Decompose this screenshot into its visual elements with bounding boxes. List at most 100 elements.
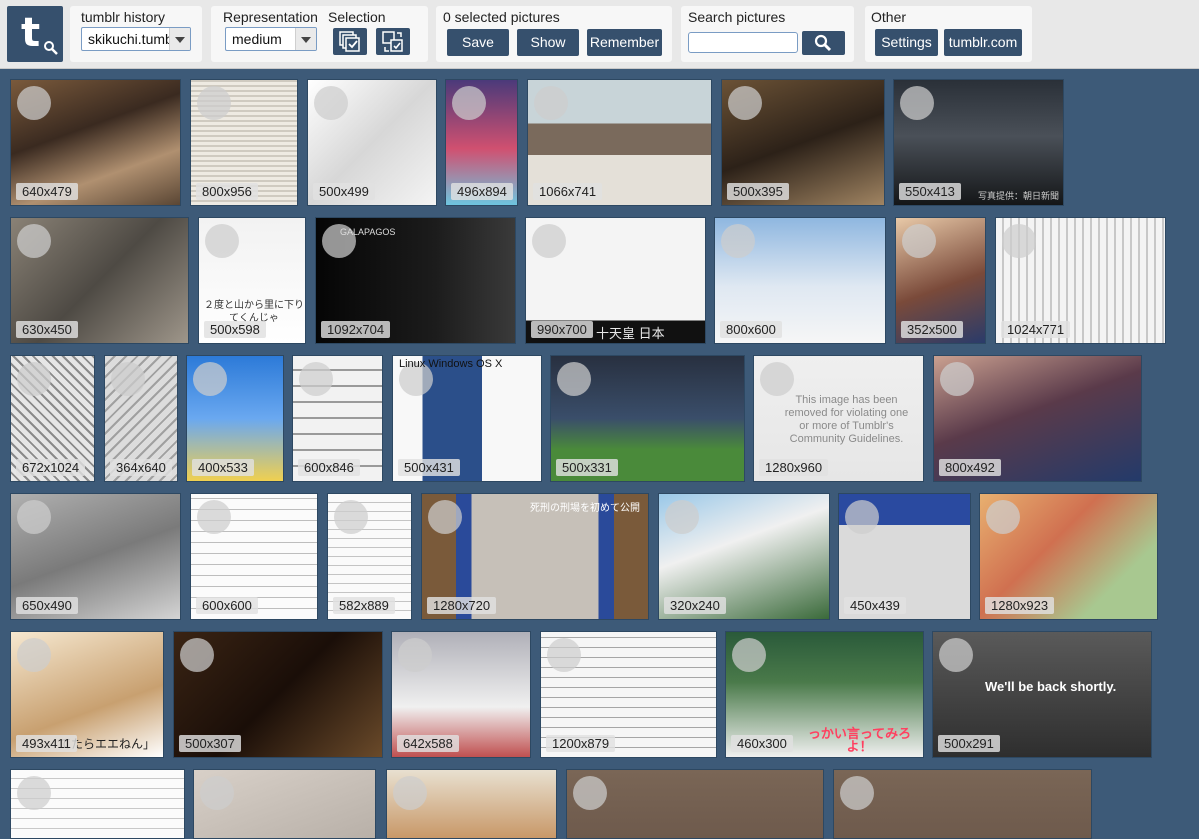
- select-all-icon: [339, 31, 360, 52]
- picture-thumbnail[interactable]: 1066x741: [527, 79, 712, 206]
- save-button[interactable]: Save: [447, 29, 509, 56]
- select-toggle[interactable]: [17, 776, 51, 810]
- select-toggle[interactable]: [180, 638, 214, 672]
- select-toggle[interactable]: [197, 500, 231, 534]
- representation-select[interactable]: medium: [225, 27, 317, 51]
- picture-thumbnail[interactable]: 十天皇 日本 990x700: [525, 217, 706, 344]
- picture-thumbnail[interactable]: 500x307: [173, 631, 383, 758]
- dimensions-label: 800x492: [939, 459, 1001, 476]
- select-toggle[interactable]: [547, 638, 581, 672]
- picture-thumbnail[interactable]: 650x490: [10, 493, 181, 620]
- other-label: Other: [871, 9, 907, 25]
- select-toggle[interactable]: [760, 362, 794, 396]
- select-toggle[interactable]: [939, 638, 973, 672]
- search-button[interactable]: [802, 31, 845, 55]
- picture-thumbnail[interactable]: 400x533: [186, 355, 284, 482]
- select-toggle[interactable]: [721, 224, 755, 258]
- picture-thumbnail[interactable]: 1200x879: [540, 631, 717, 758]
- select-toggle[interactable]: [17, 500, 51, 534]
- select-toggle[interactable]: [840, 776, 874, 810]
- select-toggle[interactable]: [314, 86, 348, 120]
- select-all-button[interactable]: [333, 28, 367, 55]
- picture-thumbnail[interactable]: 496x894: [445, 79, 518, 206]
- picture-thumbnail[interactable]: 352x500: [895, 217, 986, 344]
- select-toggle[interactable]: [452, 86, 486, 120]
- select-toggle[interactable]: [334, 500, 368, 534]
- select-toggle[interactable]: [986, 500, 1020, 534]
- picture-thumbnail[interactable]: ２度と山から里に下りてくんじゃ 500x598: [198, 217, 306, 344]
- dimensions-label: 500x499: [313, 183, 375, 200]
- select-toggle[interactable]: [17, 362, 51, 396]
- select-toggle[interactable]: [205, 224, 239, 258]
- picture-thumbnail[interactable]: [386, 769, 557, 839]
- select-toggle[interactable]: [200, 776, 234, 810]
- show-button[interactable]: Show: [517, 29, 579, 56]
- picture-thumbnail[interactable]: 672x1024: [10, 355, 95, 482]
- select-toggle[interactable]: [299, 362, 333, 396]
- invert-selection-button[interactable]: [376, 28, 410, 55]
- picture-thumbnail[interactable]: 320x240: [658, 493, 830, 620]
- picture-thumbnail[interactable]: 630x450: [10, 217, 189, 344]
- select-toggle[interactable]: [665, 500, 699, 534]
- picture-thumbnail[interactable]: 500x331: [550, 355, 745, 482]
- select-toggle[interactable]: [728, 86, 762, 120]
- select-toggle[interactable]: [393, 776, 427, 810]
- settings-button[interactable]: Settings: [875, 29, 938, 56]
- select-toggle[interactable]: [398, 638, 432, 672]
- select-toggle[interactable]: [193, 362, 227, 396]
- picture-thumbnail[interactable]: [566, 769, 824, 839]
- picture-thumbnail[interactable]: っかい言ってみろよ！ 460x300: [725, 631, 924, 758]
- select-toggle[interactable]: [845, 500, 879, 534]
- tumblr-com-button[interactable]: tumblr.com: [944, 29, 1022, 56]
- picture-thumbnail[interactable]: 800x492: [933, 355, 1142, 482]
- select-toggle[interactable]: [534, 86, 568, 120]
- dimensions-label: 1066x741: [533, 183, 603, 200]
- select-toggle[interactable]: [532, 224, 566, 258]
- picture-thumbnail[interactable]: We'll be back shortly. 500x291: [932, 631, 1152, 758]
- history-select[interactable]: skikuchi.tumblr: [81, 27, 191, 51]
- tumblr-logo[interactable]: t: [7, 6, 63, 62]
- picture-thumbnail[interactable]: てたらエエねん」 493x411: [10, 631, 164, 758]
- select-toggle[interactable]: [17, 86, 51, 120]
- picture-thumbnail[interactable]: This image has been removed for violatin…: [753, 355, 924, 482]
- picture-thumbnail[interactable]: 500x395: [721, 79, 885, 206]
- picture-thumbnail[interactable]: 800x600: [714, 217, 886, 344]
- select-toggle[interactable]: [557, 362, 591, 396]
- select-toggle[interactable]: [17, 638, 51, 672]
- picture-thumbnail[interactable]: GALAPAGOS 1092x704: [315, 217, 516, 344]
- dimensions-label: 500x291: [938, 735, 1000, 752]
- search-input[interactable]: [688, 32, 798, 53]
- dimensions-label: 640x479: [16, 183, 78, 200]
- select-toggle[interactable]: [940, 362, 974, 396]
- dimensions-label: 1092x704: [321, 321, 391, 338]
- picture-thumbnail[interactable]: Linux Windows OS X 500x431: [392, 355, 542, 482]
- selected-count-label: 0 selected pictures: [443, 9, 560, 25]
- select-toggle[interactable]: [732, 638, 766, 672]
- remember-button[interactable]: Remember: [587, 29, 662, 56]
- picture-thumbnail[interactable]: 写真提供：朝日新聞 550x413: [893, 79, 1064, 206]
- picture-thumbnail[interactable]: 640x479: [10, 79, 181, 206]
- select-toggle[interactable]: [1002, 224, 1036, 258]
- select-toggle[interactable]: [428, 500, 462, 534]
- select-toggle[interactable]: [17, 224, 51, 258]
- picture-thumbnail[interactable]: 600x846: [292, 355, 383, 482]
- picture-thumbnail[interactable]: 600x600: [190, 493, 318, 620]
- picture-thumbnail[interactable]: [10, 769, 185, 839]
- picture-thumbnail[interactable]: [193, 769, 376, 839]
- select-toggle[interactable]: [197, 86, 231, 120]
- picture-thumbnail[interactable]: 364x640: [104, 355, 178, 482]
- chevron-down-icon: [295, 28, 316, 50]
- picture-thumbnail[interactable]: 1024x771: [995, 217, 1166, 344]
- picture-thumbnail[interactable]: 500x499: [307, 79, 437, 206]
- picture-thumbnail[interactable]: [833, 769, 1092, 839]
- picture-thumbnail[interactable]: 1280x923: [979, 493, 1158, 620]
- select-toggle[interactable]: [902, 224, 936, 258]
- select-toggle[interactable]: [900, 86, 934, 120]
- picture-thumbnail[interactable]: 450x439: [838, 493, 971, 620]
- picture-thumbnail[interactable]: 582x889: [327, 493, 412, 620]
- picture-thumbnail[interactable]: 642x588: [391, 631, 531, 758]
- select-toggle[interactable]: [573, 776, 607, 810]
- picture-thumbnail[interactable]: 800x956: [190, 79, 298, 206]
- select-toggle[interactable]: [111, 362, 145, 396]
- picture-thumbnail[interactable]: 死刑の刑場を初めて公開 1280x720: [421, 493, 649, 620]
